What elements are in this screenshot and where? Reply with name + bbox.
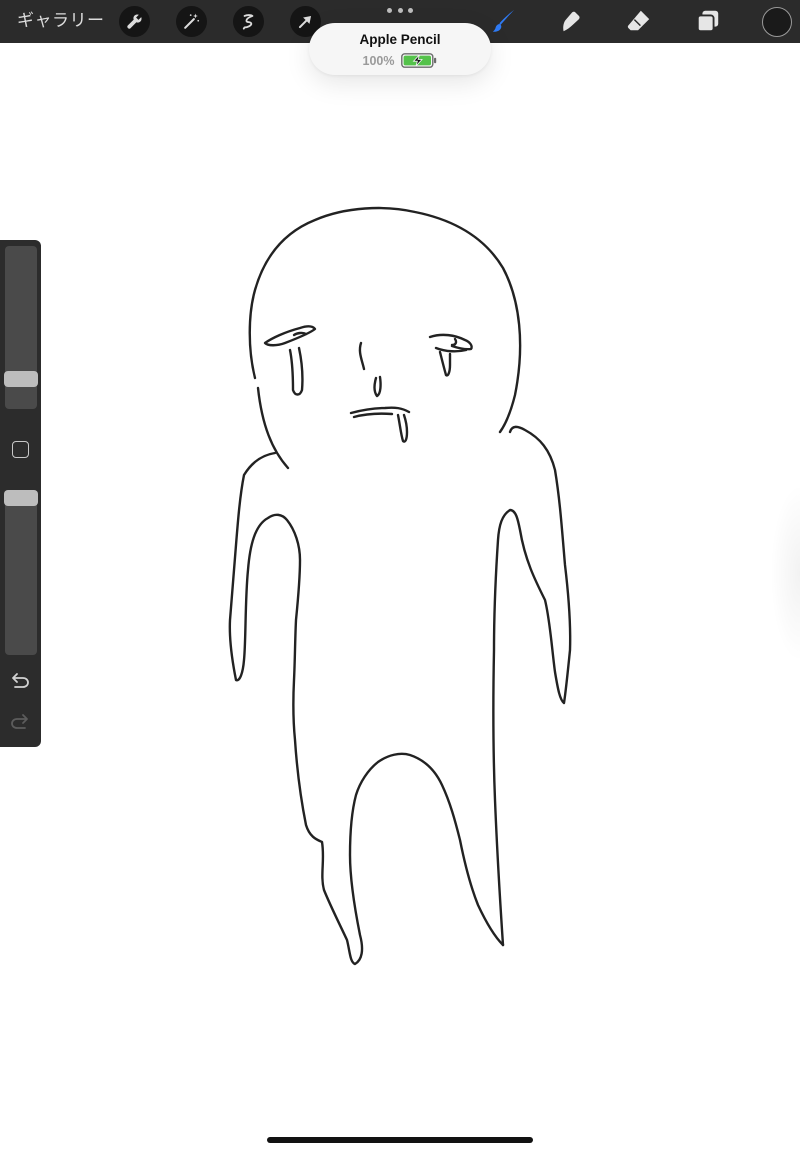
- home-indicator[interactable]: [267, 1137, 533, 1143]
- nose: [358, 341, 366, 371]
- actions-button[interactable]: [119, 6, 150, 37]
- dot: [397, 7, 403, 13]
- eraser-tool-button[interactable]: [623, 5, 655, 37]
- adjustments-button[interactable]: [176, 6, 207, 37]
- mouth: [349, 406, 411, 443]
- more-options-handle[interactable]: [387, 3, 413, 17]
- brush-opacity-slider[interactable]: [5, 490, 37, 655]
- brush-opacity-thumb[interactable]: [4, 490, 38, 506]
- pencil-device-name: Apple Pencil: [359, 32, 441, 47]
- dot: [387, 7, 392, 13]
- left-tear: [288, 346, 304, 396]
- eraser-icon: [627, 10, 650, 31]
- brush-tool-button[interactable]: [488, 5, 520, 37]
- brush-icon: [492, 9, 515, 32]
- smudge-tool-button[interactable]: [555, 5, 587, 37]
- left-arm: [228, 451, 505, 966]
- selection-button[interactable]: [233, 6, 264, 37]
- apple-pencil-status-popup: Apple Pencil 100%: [309, 23, 491, 75]
- left-sidebar: [0, 240, 41, 747]
- battery-percent: 100%: [362, 53, 395, 68]
- transform-arrow-icon: [298, 15, 312, 29]
- undo-button[interactable]: [9, 671, 31, 689]
- redo-icon: [11, 714, 28, 729]
- pencil-battery-status: 100%: [309, 53, 491, 68]
- left-eye: [263, 325, 317, 347]
- smudge-icon: [563, 10, 581, 32]
- sketch-figure: [228, 206, 572, 966]
- brush-size-thumb[interactable]: [4, 370, 38, 387]
- right-tear: [438, 350, 452, 377]
- wrench-icon: [127, 14, 142, 29]
- color-picker-button[interactable]: [762, 7, 792, 37]
- undo-icon: [12, 673, 29, 688]
- layers-icon: [696, 10, 719, 33]
- redo-button[interactable]: [9, 712, 31, 730]
- modify-button[interactable]: [12, 441, 29, 458]
- drawing-canvas[interactable]: [0, 43, 800, 1151]
- selection-icon: [242, 14, 254, 30]
- head-outline: [248, 206, 522, 470]
- battery-charging-icon: [401, 53, 437, 68]
- gallery-button[interactable]: ギャラリー: [17, 9, 105, 33]
- canvas-edge-shadow: [770, 483, 800, 663]
- magic-wand-icon: [184, 13, 200, 29]
- right-body: [492, 425, 572, 947]
- dot: [408, 7, 413, 13]
- layers-button[interactable]: [692, 5, 724, 37]
